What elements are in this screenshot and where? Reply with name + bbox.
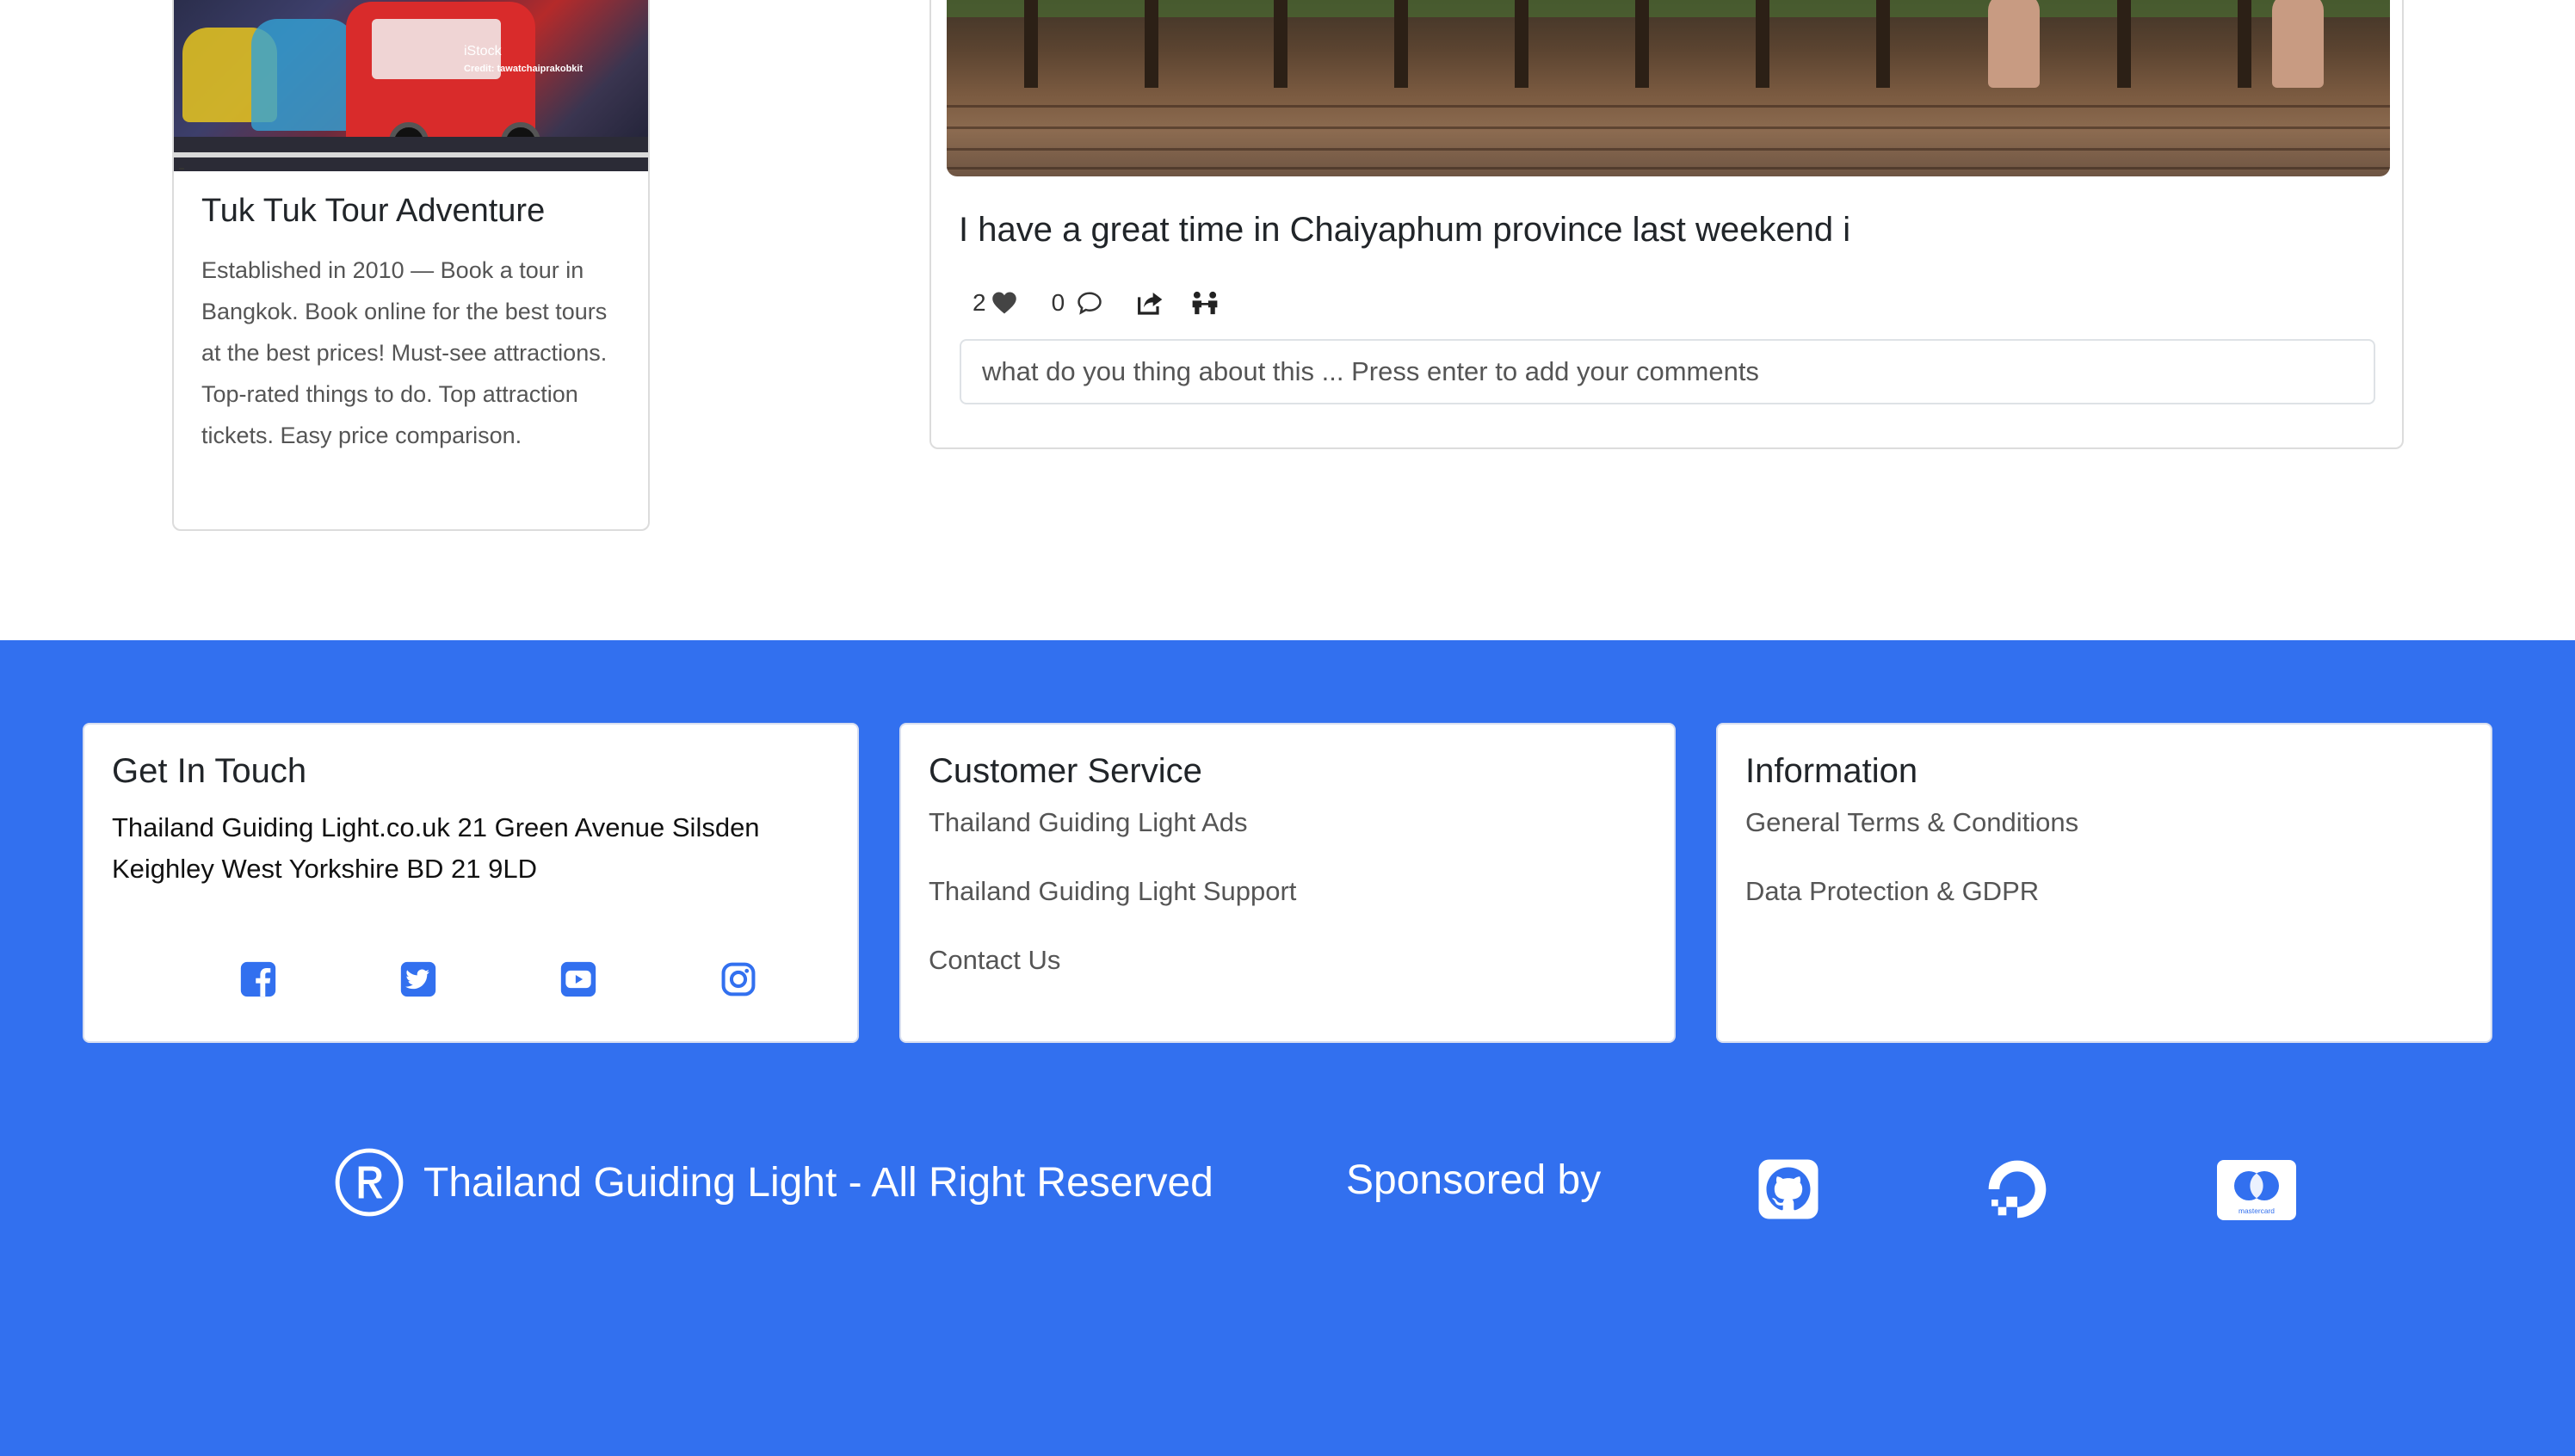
digitalocean-icon[interactable] [1983, 1155, 2052, 1228]
ad-card[interactable]: iStock Credit: tawatchaiprakobkit Tuk Tu… [172, 0, 650, 531]
comment-input[interactable] [960, 339, 2375, 404]
ad-description: Established in 2010 — Book a tour in Ban… [201, 257, 608, 448]
registered-icon [334, 1147, 404, 1218]
image-credit: iStock Credit: tawatchaiprakobkit [464, 44, 584, 74]
people-icon [1190, 290, 1220, 316]
customer-service-heading: Customer Service [929, 752, 1202, 790]
social-links [84, 960, 857, 998]
like-button[interactable]: 2 [973, 289, 1017, 317]
comment-icon [1077, 291, 1102, 315]
customer-service-card: Customer Service Thailand Guiding Light … [899, 723, 1676, 1043]
mastercard-label: mastercard [2238, 1206, 2275, 1215]
terms-link[interactable]: General Terms & Conditions [1745, 807, 2078, 876]
mastercard-icon[interactable]: mastercard [2217, 1160, 2296, 1225]
sponsored-by-label: Sponsored by [1346, 1157, 1602, 1203]
ad-image: iStock Credit: tawatchaiprakobkit [174, 0, 648, 171]
github-icon[interactable] [1757, 1158, 1819, 1225]
share-icon [1137, 290, 1164, 316]
site-footer: Get In Touch Thailand Guiding Light.co.u… [0, 640, 2575, 1456]
friends-button[interactable] [1190, 290, 1220, 316]
twitter-icon[interactable] [399, 960, 437, 998]
instagram-icon[interactable] [719, 960, 757, 998]
post-image [947, 0, 2390, 176]
gdpr-link[interactable]: Data Protection & GDPR [1745, 876, 2078, 945]
comment-count: 0 [1051, 289, 1065, 316]
support-link[interactable]: Thailand Guiding Light Support [929, 876, 1296, 945]
information-card: Information General Terms & Conditions D… [1716, 723, 2492, 1043]
comment-button[interactable]: 0 [1052, 289, 1103, 317]
ads-link[interactable]: Thailand Guiding Light Ads [929, 807, 1296, 876]
customer-service-links: Thailand Guiding Light Ads Thailand Guid… [929, 807, 1296, 1014]
information-heading: Information [1745, 752, 1918, 790]
get-in-touch-card: Get In Touch Thailand Guiding Light.co.u… [83, 723, 859, 1043]
post-title: I have a great time in Chaiyaphum provin… [959, 211, 1851, 249]
youtube-icon[interactable] [559, 960, 597, 998]
share-button[interactable] [1137, 290, 1164, 316]
post-actions: 2 0 [973, 286, 1254, 320]
contact-us-link[interactable]: Contact Us [929, 945, 1296, 1014]
copyright: Thailand Guiding Light - All Right Reser… [334, 1146, 1213, 1218]
like-count: 2 [973, 289, 986, 316]
information-links: General Terms & Conditions Data Protecti… [1745, 807, 2078, 945]
copyright-text: Thailand Guiding Light - All Right Reser… [423, 1159, 1213, 1206]
heart-icon [991, 291, 1017, 315]
facebook-icon[interactable] [239, 960, 277, 998]
get-in-touch-heading: Get In Touch [112, 752, 307, 790]
post-card: I have a great time in Chaiyaphum provin… [929, 0, 2404, 449]
address: Thailand Guiding Light.co.uk 21 Green Av… [112, 812, 760, 884]
ad-title[interactable]: Tuk Tuk Tour Adventure [201, 193, 545, 230]
